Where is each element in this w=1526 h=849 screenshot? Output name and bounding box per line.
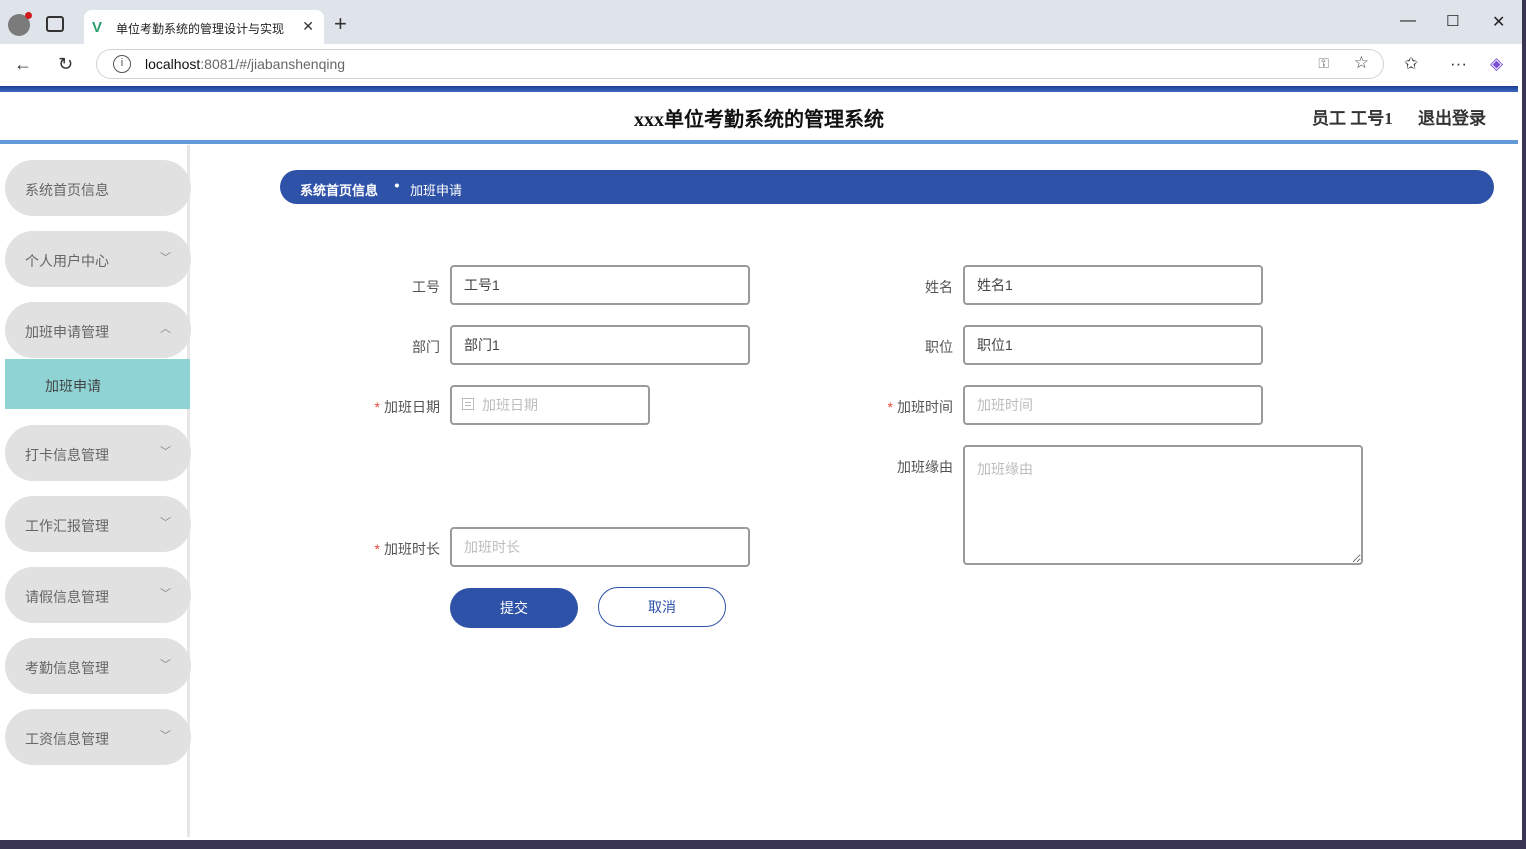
zhiwei-label: 职位 (925, 339, 953, 355)
favorite-star-icon[interactable]: ☆ (1354, 53, 1369, 73)
jiaban-shijian-label: * 加班时间 (863, 397, 953, 417)
url-path: :8081/#/jiabanshenqing (200, 56, 346, 72)
chevron-down-icon: ﹀ (160, 659, 171, 671)
xingming-input[interactable] (977, 277, 1249, 293)
sidebar-item-clock-in[interactable]: 打卡信息管理 ﹀ (5, 425, 191, 481)
browser-window: V 单位考勤系统的管理设计与实现 ✕ + — ☐ ✕ ← ↻ i localho… (0, 0, 1522, 840)
new-tab-icon[interactable]: + (334, 13, 347, 35)
jiaban-riqi-label: * 加班日期 (350, 397, 440, 417)
cancel-button[interactable]: 取消 (598, 587, 726, 627)
address-bar-row: ← ↻ i localhost:8081/#/jiabanshenqing ⚿ … (0, 44, 1522, 86)
submit-button[interactable]: 提交 (450, 588, 578, 628)
breadcrumb-home[interactable]: 系统首页信息 (300, 180, 378, 199)
url-field[interactable]: i localhost:8081/#/jiabanshenqing ⚿ ☆ (96, 49, 1384, 79)
jiaban-yuanyou-label: 加班缘由 (897, 459, 953, 475)
gonghao-label: 工号 (412, 279, 440, 295)
sidebar-item-label: 系统首页信息 (25, 182, 109, 198)
bumen-input[interactable] (464, 337, 736, 353)
sidebar: 系统首页信息 个人用户中心 ﹀ 加班申请管理 ︿ 加班申请 打卡信息管理 ﹀ 工… (0, 145, 191, 837)
tab-actions-icon[interactable] (46, 16, 64, 32)
sidebar-item-label: 考勤信息管理 (25, 660, 109, 676)
gonghao-field[interactable] (450, 265, 750, 305)
browser-tab[interactable]: V 单位考勤系统的管理设计与实现 ✕ (84, 10, 324, 44)
refresh-icon[interactable]: ↻ (58, 54, 73, 75)
sidebar-item-attendance[interactable]: 考勤信息管理 ﹀ (5, 638, 191, 694)
favorites-list-icon[interactable]: ✩ (1404, 54, 1418, 74)
gonghao-input[interactable] (464, 277, 736, 293)
sidebar-item-label: 加班申请管理 (25, 324, 109, 340)
sidebar-subitem-overtime-apply[interactable]: 加班申请 (5, 359, 190, 409)
url-text: localhost:8081/#/jiabanshenqing (145, 56, 345, 72)
jiaban-shichang-input[interactable] (464, 539, 736, 555)
chevron-down-icon: ﹀ (160, 252, 171, 264)
sidebar-subitem-label: 加班申请 (45, 378, 101, 394)
jiaban-riqi-input[interactable] (482, 397, 636, 413)
header-bottom-line (0, 140, 1518, 144)
tab-title: 单位考勤系统的管理设计与实现 (116, 22, 285, 36)
bumen-field[interactable] (450, 325, 750, 365)
breadcrumb-separator: ꔷ (394, 179, 400, 193)
jiaban-riqi-datepicker[interactable] (450, 385, 650, 425)
more-menu-icon[interactable]: ··· (1450, 54, 1467, 74)
logout-link[interactable]: 退出登录 (1418, 104, 1486, 129)
zhiwei-input[interactable] (977, 337, 1249, 353)
tab-close-icon[interactable]: ✕ (302, 18, 314, 35)
jiaban-shijian-label-text: 加班时间 (897, 399, 953, 415)
sidebar-item-leave[interactable]: 请假信息管理 ﹀ (5, 567, 191, 623)
xingming-field[interactable] (963, 265, 1263, 305)
site-info-icon[interactable]: i (113, 55, 131, 73)
jiaban-shijian-field[interactable] (963, 385, 1263, 425)
sidebar-item-home[interactable]: 系统首页信息 (5, 160, 191, 216)
zhiwei-field[interactable] (963, 325, 1263, 365)
maximize-icon[interactable]: ☐ (1446, 12, 1459, 30)
breadcrumb-current: 加班申请 (410, 183, 463, 198)
jiaban-shichang-label: * 加班时长 (350, 539, 440, 559)
sidebar-item-work-report[interactable]: 工作汇报管理 ﹀ (5, 496, 191, 552)
sidebar-item-salary[interactable]: 工资信息管理 ﹀ (5, 709, 191, 765)
url-host: localhost (145, 56, 201, 72)
jiaban-shichang-field[interactable] (450, 527, 750, 567)
xingming-label: 姓名 (925, 279, 953, 295)
window-close-icon[interactable]: ✕ (1492, 12, 1505, 32)
sidebar-item-label: 工作汇报管理 (25, 518, 109, 534)
sidebar-item-label: 打卡信息管理 (25, 447, 109, 463)
chevron-down-icon: ﹀ (160, 588, 171, 600)
required-mark: * (374, 399, 380, 415)
profile-avatar-icon[interactable] (8, 12, 32, 36)
minimize-icon[interactable]: — (1400, 12, 1416, 30)
back-arrow-icon[interactable]: ← (14, 54, 32, 75)
jiaban-shichang-label-text: 加班时长 (384, 541, 440, 557)
breadcrumb: 系统首页信息 ꔷ 加班申请 (280, 170, 1494, 204)
calendar-icon (462, 398, 474, 410)
copilot-icon[interactable]: ◈ (1490, 54, 1503, 74)
password-key-icon[interactable]: ⚿ (1318, 55, 1329, 72)
sidebar-item-label: 请假信息管理 (25, 589, 109, 605)
jiaban-riqi-label-text: 加班日期 (384, 399, 440, 415)
chevron-down-icon: ﹀ (160, 517, 171, 529)
chevron-down-icon: ﹀ (160, 446, 171, 458)
sidebar-item-label: 工资信息管理 (25, 731, 109, 747)
tab-strip: V 单位考勤系统的管理设计与实现 ✕ + — ☐ ✕ (0, 0, 1522, 44)
jiaban-shijian-input[interactable] (977, 397, 1249, 413)
sidebar-item-overtime[interactable]: 加班申请管理 ︿ (5, 302, 191, 358)
user-label: 员工 工号1 (1312, 109, 1393, 128)
vue-favicon-icon: V (92, 19, 103, 36)
app-title: xxx单位考勤系统的管理系统 (634, 109, 884, 131)
chevron-up-icon: ︿ (160, 323, 171, 335)
required-mark: * (374, 541, 380, 557)
sidebar-item-user-center[interactable]: 个人用户中心 ﹀ (5, 231, 191, 287)
chevron-down-icon: ﹀ (160, 730, 171, 742)
jiaban-yuanyou-textarea[interactable] (963, 445, 1363, 565)
bumen-label: 部门 (412, 339, 440, 355)
app-header: xxx单位考勤系统的管理系统 员工 工号1 退出登录 (0, 92, 1518, 142)
required-mark: * (887, 399, 893, 415)
sidebar-item-label: 个人用户中心 (25, 253, 109, 269)
